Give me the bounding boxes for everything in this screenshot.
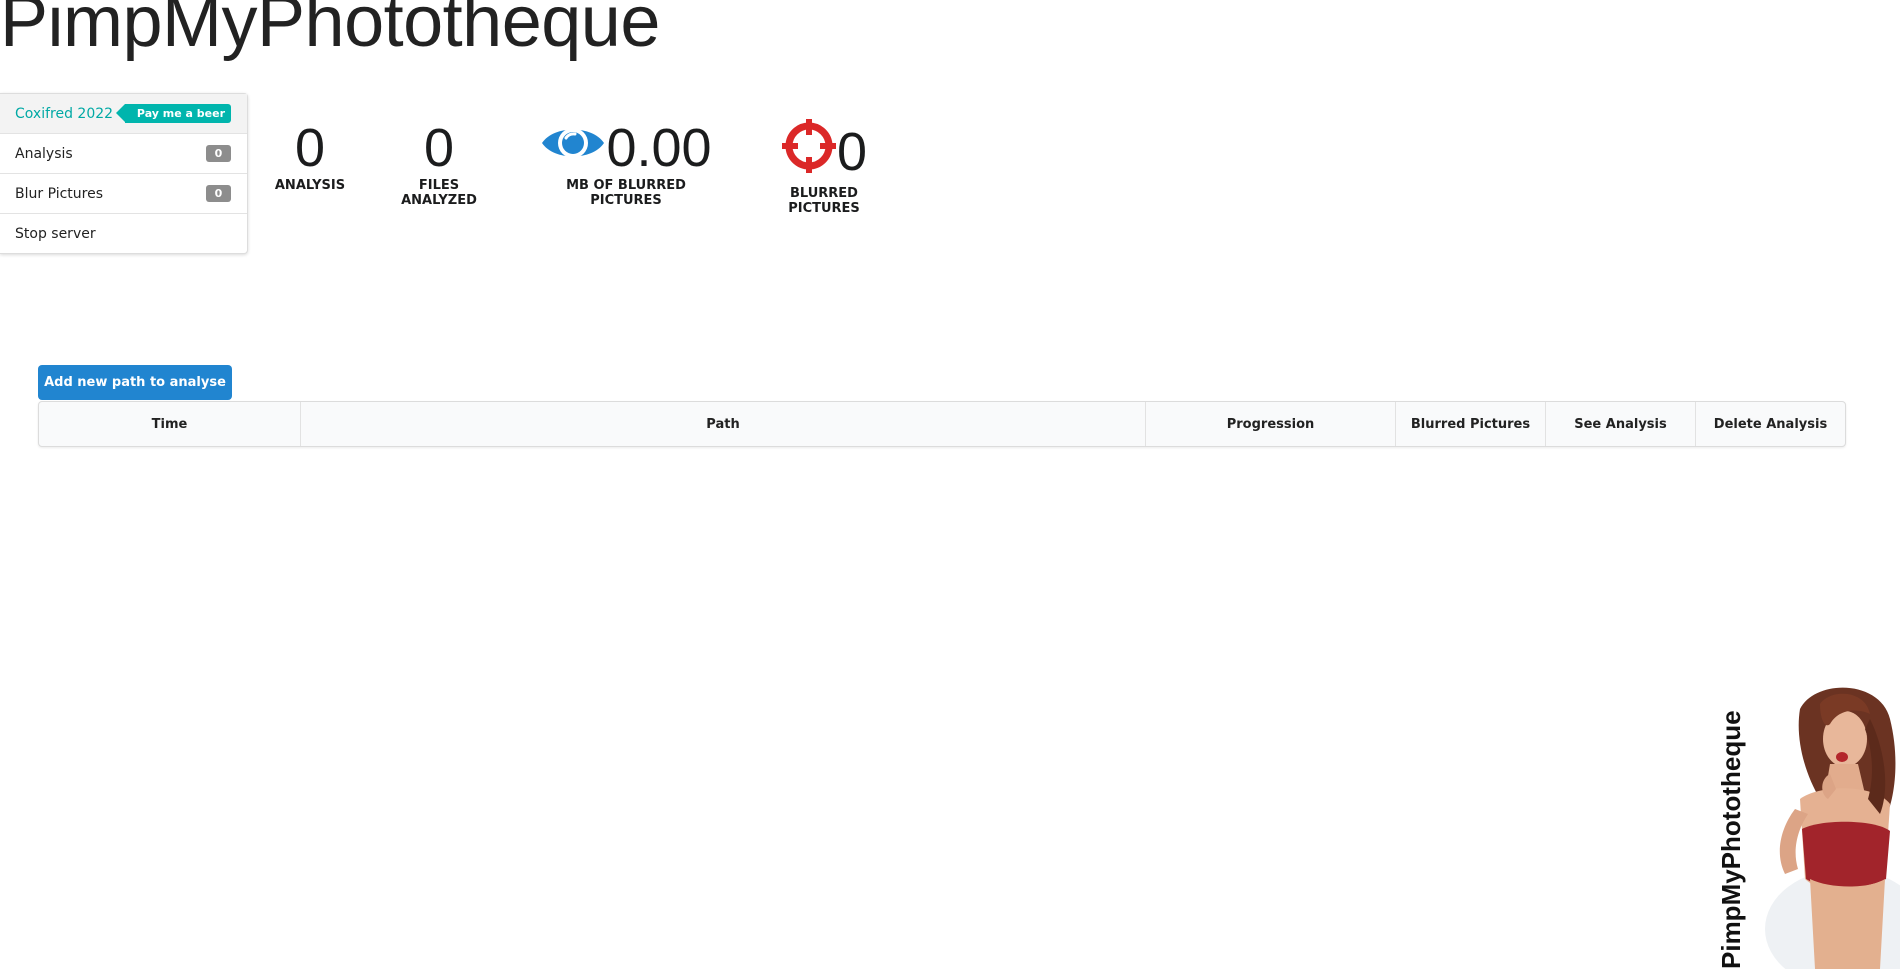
menu-item-label: Analysis	[15, 145, 73, 162]
stat-label: ANALYSIS	[274, 178, 346, 193]
page-title: PimpMyPhototheque	[0, 0, 660, 62]
eye-icon	[540, 118, 606, 178]
stat-value-row: 0	[756, 118, 892, 186]
analysis-table: Time Path Progression Blurred Pictures S…	[38, 401, 1846, 447]
stat-files-analyzed: 0 FILES ANALYZED	[383, 118, 495, 208]
menu-item-stop-server[interactable]: Stop server	[0, 213, 247, 253]
sidebar-menu: Coxifred 2022 Pay me a beer Analysis 0 B…	[0, 93, 248, 254]
stat-value: 0	[423, 118, 455, 178]
menu-item-label: Blur Pictures	[15, 185, 104, 202]
column-header-progression[interactable]: Progression	[1145, 402, 1395, 446]
stat-label: BLURRED PICTURES	[788, 186, 860, 216]
pay-me-a-beer-ribbon[interactable]: Pay me a beer	[115, 104, 231, 123]
stat-label: MB OF BLURRED PICTURES	[566, 178, 686, 208]
target-icon	[781, 118, 837, 186]
stat-mb-blurred: 0.00 MB OF BLURRED PICTURES	[535, 118, 717, 208]
menu-item-coxifred[interactable]: Coxifred 2022 Pay me a beer	[0, 94, 247, 133]
menu-item-analysis[interactable]: Analysis 0	[0, 133, 247, 173]
menu-item-blur-pictures[interactable]: Blur Pictures 0	[0, 173, 247, 213]
stat-label: FILES ANALYZED	[401, 178, 477, 208]
mascot-illustration: PimpMyPhototheque	[1680, 679, 1900, 973]
menu-item-label: Stop server	[15, 225, 96, 242]
stat-blurred-pictures: 0 BLURRED PICTURES	[756, 118, 892, 216]
stat-value: 0	[836, 122, 868, 182]
mascot-caption: PimpMyPhototheque	[1716, 710, 1746, 969]
stat-value-row: 0.00	[535, 118, 717, 178]
column-header-blurred-pictures[interactable]: Blurred Pictures	[1395, 402, 1545, 446]
blur-pictures-count-badge: 0	[206, 185, 231, 202]
stat-value: 0	[294, 118, 326, 178]
stat-analysis: 0 ANALYSIS	[274, 118, 346, 193]
column-header-path[interactable]: Path	[300, 402, 1145, 446]
analysis-count-badge: 0	[206, 145, 231, 162]
column-header-see-analysis[interactable]: See Analysis	[1545, 402, 1695, 446]
add-new-path-button[interactable]: Add new path to analyse	[38, 365, 232, 400]
stat-value: 0.00	[606, 118, 712, 178]
column-header-time[interactable]: Time	[39, 402, 300, 446]
menu-item-label: Coxifred 2022	[15, 105, 114, 122]
column-header-delete-analysis[interactable]: Delete Analysis	[1695, 402, 1845, 446]
